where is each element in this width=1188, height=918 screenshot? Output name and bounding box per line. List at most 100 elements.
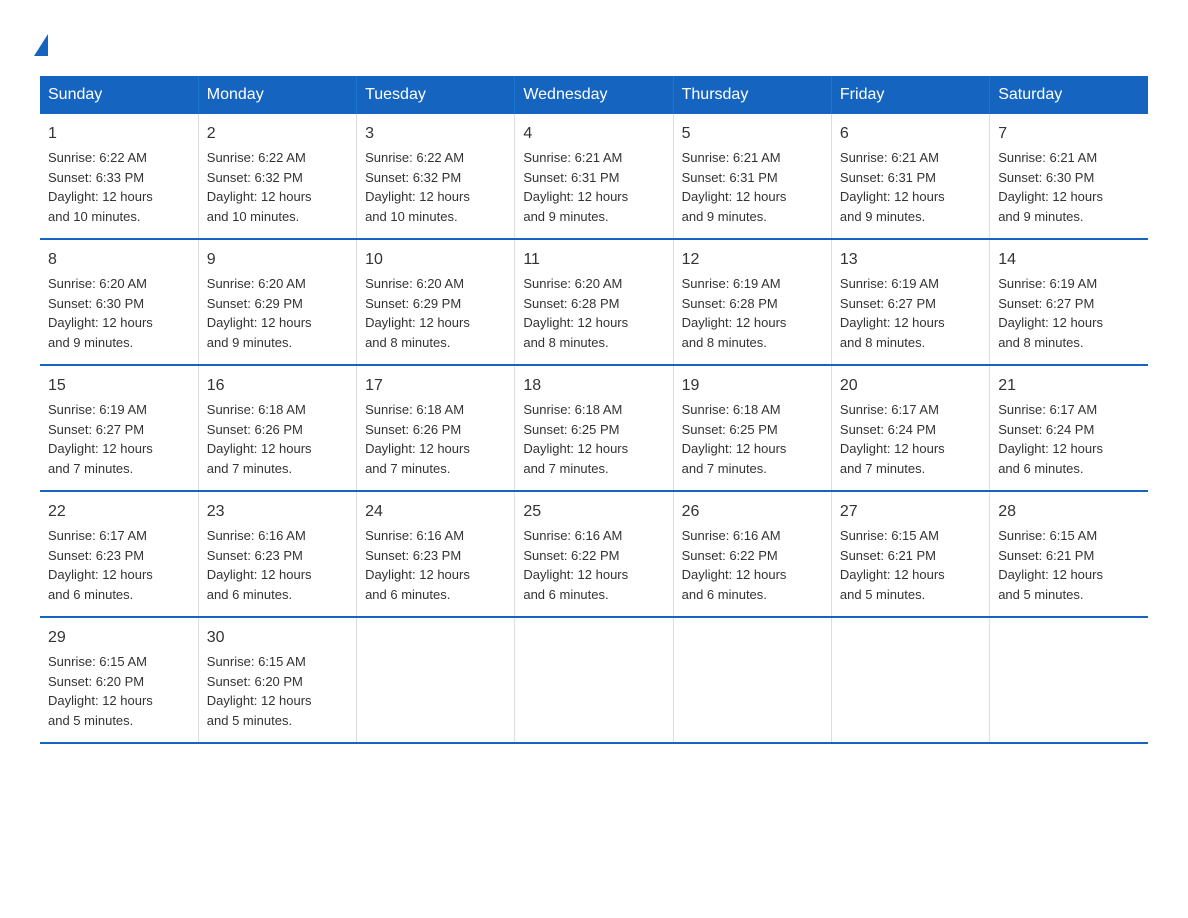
calendar-cell: 18Sunrise: 6:18 AM Sunset: 6:25 PM Dayli… — [515, 365, 673, 491]
calendar-cell — [673, 617, 831, 743]
day-number: 1 — [48, 122, 190, 146]
weekday-header-saturday: Saturday — [990, 76, 1148, 114]
day-number: 18 — [523, 374, 664, 398]
calendar-table: SundayMondayTuesdayWednesdayThursdayFrid… — [40, 76, 1148, 744]
calendar-cell: 21Sunrise: 6:17 AM Sunset: 6:24 PM Dayli… — [990, 365, 1148, 491]
day-number: 4 — [523, 122, 664, 146]
weekday-header-wednesday: Wednesday — [515, 76, 673, 114]
calendar-cell — [515, 617, 673, 743]
day-number: 25 — [523, 500, 664, 524]
day-info: Sunrise: 6:20 AM Sunset: 6:30 PM Dayligh… — [48, 274, 190, 352]
day-info: Sunrise: 6:21 AM Sunset: 6:31 PM Dayligh… — [840, 148, 981, 226]
day-number: 26 — [682, 500, 823, 524]
day-number: 20 — [840, 374, 981, 398]
day-number: 28 — [998, 500, 1140, 524]
calendar-cell: 25Sunrise: 6:16 AM Sunset: 6:22 PM Dayli… — [515, 491, 673, 617]
weekday-header-tuesday: Tuesday — [357, 76, 515, 114]
calendar-cell: 1Sunrise: 6:22 AM Sunset: 6:33 PM Daylig… — [40, 114, 198, 239]
calendar-body: 1Sunrise: 6:22 AM Sunset: 6:33 PM Daylig… — [40, 114, 1148, 743]
calendar-cell — [831, 617, 989, 743]
day-number: 6 — [840, 122, 981, 146]
day-info: Sunrise: 6:15 AM Sunset: 6:21 PM Dayligh… — [998, 526, 1140, 604]
day-info: Sunrise: 6:17 AM Sunset: 6:23 PM Dayligh… — [48, 526, 190, 604]
calendar-cell: 2Sunrise: 6:22 AM Sunset: 6:32 PM Daylig… — [198, 114, 356, 239]
weekday-header-sunday: Sunday — [40, 76, 198, 114]
day-number: 17 — [365, 374, 506, 398]
day-number: 3 — [365, 122, 506, 146]
weekday-header-friday: Friday — [831, 76, 989, 114]
day-number: 12 — [682, 248, 823, 272]
day-info: Sunrise: 6:20 AM Sunset: 6:28 PM Dayligh… — [523, 274, 664, 352]
day-number: 8 — [48, 248, 190, 272]
day-info: Sunrise: 6:17 AM Sunset: 6:24 PM Dayligh… — [998, 400, 1140, 478]
day-info: Sunrise: 6:21 AM Sunset: 6:31 PM Dayligh… — [523, 148, 664, 226]
day-info: Sunrise: 6:22 AM Sunset: 6:32 PM Dayligh… — [365, 148, 506, 226]
day-number: 11 — [523, 248, 664, 272]
day-info: Sunrise: 6:21 AM Sunset: 6:30 PM Dayligh… — [998, 148, 1140, 226]
day-info: Sunrise: 6:15 AM Sunset: 6:20 PM Dayligh… — [48, 652, 190, 730]
calendar-cell: 11Sunrise: 6:20 AM Sunset: 6:28 PM Dayli… — [515, 239, 673, 365]
day-info: Sunrise: 6:22 AM Sunset: 6:33 PM Dayligh… — [48, 148, 190, 226]
calendar-cell: 8Sunrise: 6:20 AM Sunset: 6:30 PM Daylig… — [40, 239, 198, 365]
calendar-cell: 14Sunrise: 6:19 AM Sunset: 6:27 PM Dayli… — [990, 239, 1148, 365]
day-info: Sunrise: 6:18 AM Sunset: 6:25 PM Dayligh… — [523, 400, 664, 478]
day-info: Sunrise: 6:16 AM Sunset: 6:22 PM Dayligh… — [682, 526, 823, 604]
calendar-cell: 16Sunrise: 6:18 AM Sunset: 6:26 PM Dayli… — [198, 365, 356, 491]
calendar-header: SundayMondayTuesdayWednesdayThursdayFrid… — [40, 76, 1148, 114]
day-number: 22 — [48, 500, 190, 524]
day-info: Sunrise: 6:16 AM Sunset: 6:23 PM Dayligh… — [207, 526, 348, 604]
page-header — [40, 30, 1148, 56]
day-info: Sunrise: 6:19 AM Sunset: 6:27 PM Dayligh… — [48, 400, 190, 478]
day-number: 27 — [840, 500, 981, 524]
day-info: Sunrise: 6:20 AM Sunset: 6:29 PM Dayligh… — [365, 274, 506, 352]
calendar-week-row: 22Sunrise: 6:17 AM Sunset: 6:23 PM Dayli… — [40, 491, 1148, 617]
day-number: 16 — [207, 374, 348, 398]
calendar-cell: 23Sunrise: 6:16 AM Sunset: 6:23 PM Dayli… — [198, 491, 356, 617]
calendar-cell: 28Sunrise: 6:15 AM Sunset: 6:21 PM Dayli… — [990, 491, 1148, 617]
calendar-week-row: 29Sunrise: 6:15 AM Sunset: 6:20 PM Dayli… — [40, 617, 1148, 743]
calendar-cell: 6Sunrise: 6:21 AM Sunset: 6:31 PM Daylig… — [831, 114, 989, 239]
day-info: Sunrise: 6:16 AM Sunset: 6:23 PM Dayligh… — [365, 526, 506, 604]
day-info: Sunrise: 6:21 AM Sunset: 6:31 PM Dayligh… — [682, 148, 823, 226]
day-number: 19 — [682, 374, 823, 398]
day-number: 9 — [207, 248, 348, 272]
day-number: 15 — [48, 374, 190, 398]
calendar-cell: 10Sunrise: 6:20 AM Sunset: 6:29 PM Dayli… — [357, 239, 515, 365]
calendar-cell: 27Sunrise: 6:15 AM Sunset: 6:21 PM Dayli… — [831, 491, 989, 617]
calendar-cell: 7Sunrise: 6:21 AM Sunset: 6:30 PM Daylig… — [990, 114, 1148, 239]
day-number: 14 — [998, 248, 1140, 272]
calendar-cell: 13Sunrise: 6:19 AM Sunset: 6:27 PM Dayli… — [831, 239, 989, 365]
calendar-cell: 4Sunrise: 6:21 AM Sunset: 6:31 PM Daylig… — [515, 114, 673, 239]
day-info: Sunrise: 6:20 AM Sunset: 6:29 PM Dayligh… — [207, 274, 348, 352]
calendar-week-row: 15Sunrise: 6:19 AM Sunset: 6:27 PM Dayli… — [40, 365, 1148, 491]
day-number: 2 — [207, 122, 348, 146]
day-info: Sunrise: 6:18 AM Sunset: 6:26 PM Dayligh… — [365, 400, 506, 478]
calendar-cell: 9Sunrise: 6:20 AM Sunset: 6:29 PM Daylig… — [198, 239, 356, 365]
logo-triangle-icon — [34, 34, 48, 56]
calendar-cell: 24Sunrise: 6:16 AM Sunset: 6:23 PM Dayli… — [357, 491, 515, 617]
logo — [40, 30, 48, 56]
calendar-cell: 5Sunrise: 6:21 AM Sunset: 6:31 PM Daylig… — [673, 114, 831, 239]
day-info: Sunrise: 6:18 AM Sunset: 6:25 PM Dayligh… — [682, 400, 823, 478]
calendar-cell: 17Sunrise: 6:18 AM Sunset: 6:26 PM Dayli… — [357, 365, 515, 491]
calendar-cell: 29Sunrise: 6:15 AM Sunset: 6:20 PM Dayli… — [40, 617, 198, 743]
calendar-cell: 30Sunrise: 6:15 AM Sunset: 6:20 PM Dayli… — [198, 617, 356, 743]
calendar-cell — [990, 617, 1148, 743]
day-number: 7 — [998, 122, 1140, 146]
calendar-cell: 3Sunrise: 6:22 AM Sunset: 6:32 PM Daylig… — [357, 114, 515, 239]
day-number: 29 — [48, 626, 190, 650]
day-number: 13 — [840, 248, 981, 272]
calendar-cell: 20Sunrise: 6:17 AM Sunset: 6:24 PM Dayli… — [831, 365, 989, 491]
day-info: Sunrise: 6:19 AM Sunset: 6:27 PM Dayligh… — [840, 274, 981, 352]
calendar-cell: 12Sunrise: 6:19 AM Sunset: 6:28 PM Dayli… — [673, 239, 831, 365]
day-info: Sunrise: 6:15 AM Sunset: 6:21 PM Dayligh… — [840, 526, 981, 604]
weekday-header-thursday: Thursday — [673, 76, 831, 114]
day-info: Sunrise: 6:22 AM Sunset: 6:32 PM Dayligh… — [207, 148, 348, 226]
day-number: 21 — [998, 374, 1140, 398]
calendar-cell — [357, 617, 515, 743]
day-info: Sunrise: 6:19 AM Sunset: 6:27 PM Dayligh… — [998, 274, 1140, 352]
day-info: Sunrise: 6:17 AM Sunset: 6:24 PM Dayligh… — [840, 400, 981, 478]
calendar-cell: 22Sunrise: 6:17 AM Sunset: 6:23 PM Dayli… — [40, 491, 198, 617]
calendar-week-row: 1Sunrise: 6:22 AM Sunset: 6:33 PM Daylig… — [40, 114, 1148, 239]
calendar-cell: 15Sunrise: 6:19 AM Sunset: 6:27 PM Dayli… — [40, 365, 198, 491]
